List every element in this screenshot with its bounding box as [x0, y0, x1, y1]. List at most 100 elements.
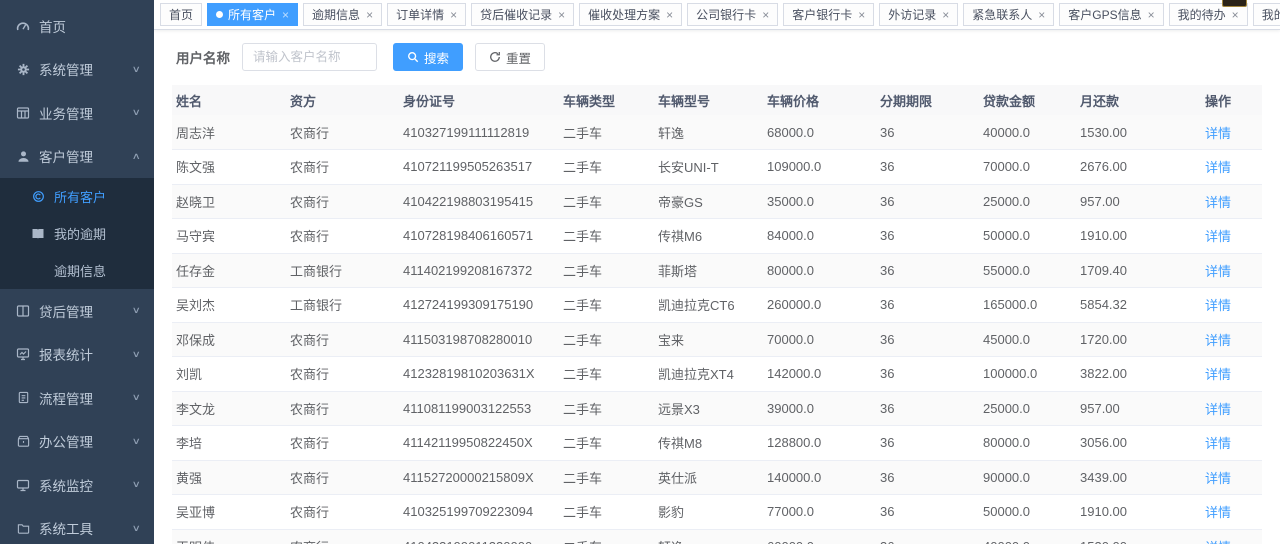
cell-term: 36 [876, 184, 979, 219]
sidebar-item[interactable]: 业务管理 ∨ [0, 91, 154, 135]
cell-id-number: 411503198708280010 [399, 322, 559, 357]
tab-label: 催收处理方案 [588, 6, 660, 23]
cell-vehicle-model: 轩逸 [654, 115, 763, 150]
close-icon[interactable]: × [282, 9, 289, 21]
cell-funder: 农商行 [286, 391, 399, 426]
cell-id-number: 41232819810203631X [399, 357, 559, 392]
detail-link[interactable]: 详情 [1205, 505, 1231, 520]
cell-term: 36 [876, 322, 979, 357]
cell-funder: 农商行 [286, 529, 399, 544]
sidebar-item[interactable]: 逾期信息 [0, 252, 154, 289]
sidebar-item[interactable]: 流程管理 ∨ [0, 376, 154, 420]
cell-name: 李培 [172, 426, 286, 461]
cell-loan-amount: 50000.0 [979, 495, 1076, 530]
tab[interactable]: 外访记录 × [879, 3, 958, 26]
close-icon[interactable]: × [1148, 9, 1155, 21]
detail-link[interactable]: 详情 [1205, 333, 1231, 348]
sidebar-item[interactable]: 我的逾期 [0, 215, 154, 252]
close-icon[interactable]: × [858, 9, 865, 21]
refresh-icon [489, 51, 501, 63]
detail-link[interactable]: 详情 [1205, 402, 1231, 417]
customer-name-input[interactable] [242, 43, 377, 71]
tab[interactable]: 所有客户 × [207, 3, 298, 26]
detail-link[interactable]: 详情 [1205, 471, 1231, 486]
cell-vehicle-type: 二手车 [559, 529, 654, 544]
tab[interactable]: 公司银行卡 × [687, 3, 778, 26]
tab[interactable]: 订单详情 × [387, 3, 466, 26]
cell-vehicle-price: 142000.0 [763, 357, 876, 392]
detail-link[interactable]: 详情 [1205, 229, 1231, 244]
sidebar-item[interactable]: 所有客户 [0, 178, 154, 215]
table-header-row: 姓名 资方 身份证号 车辆类型 车辆型号 车辆价格 分期期限 贷款金额 月还款 … [172, 85, 1262, 115]
dashboard-icon [15, 19, 31, 33]
close-icon[interactable]: × [366, 9, 373, 21]
cell-monthly-payment: 1720.00 [1076, 322, 1201, 357]
cell-id-number: 41142119950822450X [399, 426, 559, 461]
detail-link[interactable]: 详情 [1205, 195, 1231, 210]
cell-name: 赵晓卫 [172, 184, 286, 219]
reset-button[interactable]: 重置 [475, 43, 545, 71]
col-loan-amount: 贷款金额 [979, 85, 1076, 115]
sidebar-item[interactable]: 报表统计 ∨ [0, 333, 154, 377]
sidebar-item-label: 办公管理 [39, 431, 93, 451]
table-row: 李文龙 农商行 411081199003122553 二手车 远景X3 3900… [172, 391, 1262, 426]
chevron-down-icon: ∨ [132, 523, 141, 534]
cell-vehicle-price: 77000.0 [763, 495, 876, 530]
monitor-icon [15, 478, 31, 492]
sidebar-item-label: 系统工具 [39, 518, 93, 538]
detail-link[interactable]: 详情 [1205, 298, 1231, 313]
cell-loan-amount: 45000.0 [979, 322, 1076, 357]
sidebar-item[interactable]: 系统监控 ∨ [0, 463, 154, 507]
close-icon[interactable]: × [450, 9, 457, 21]
sidebar-item[interactable]: 客户管理 ∧ [0, 135, 154, 179]
cell-vehicle-type: 二手车 [559, 253, 654, 288]
cell-name: 李文龙 [172, 391, 286, 426]
close-icon[interactable]: × [1038, 9, 1045, 21]
tab[interactable]: 贷后催收记录 × [471, 3, 574, 26]
cell-vehicle-model: 菲斯塔 [654, 253, 763, 288]
cell-vehicle-type: 二手车 [559, 288, 654, 323]
chevron-down-icon: ∨ [132, 349, 141, 360]
close-icon[interactable]: × [1232, 9, 1239, 21]
col-vehicle-price: 车辆价格 [763, 85, 876, 115]
sidebar-item[interactable]: 办公管理 ∨ [0, 420, 154, 464]
tab[interactable]: 催收处理方案 × [579, 3, 682, 26]
close-icon[interactable]: × [666, 9, 673, 21]
chevron-down-icon: ∨ [132, 436, 141, 447]
customers-table-wrap: 姓名 资方 身份证号 车辆类型 车辆型号 车辆价格 分期期限 贷款金额 月还款 … [154, 85, 1280, 544]
close-icon[interactable]: × [558, 9, 565, 21]
tab[interactable]: 逾期信息 × [303, 3, 382, 26]
close-icon[interactable]: × [942, 9, 949, 21]
cell-monthly-payment: 1910.00 [1076, 495, 1201, 530]
detail-link[interactable]: 详情 [1205, 160, 1231, 175]
cell-funder: 农商行 [286, 460, 399, 495]
cell-vehicle-model: 传祺M6 [654, 219, 763, 254]
tab[interactable]: 客户GPS信息 × [1059, 3, 1163, 26]
cell-monthly-payment: 957.00 [1076, 391, 1201, 426]
sidebar-item[interactable]: 首页 [0, 4, 154, 48]
table-row: 任存金 工商银行 411402199208167372 二手车 菲斯塔 8000… [172, 253, 1262, 288]
avatar-partial[interactable] [1222, 0, 1247, 7]
sidebar-item[interactable]: 系统管理 ∨ [0, 48, 154, 92]
cell-name: 王明伟 [172, 529, 286, 544]
cell-term: 36 [876, 426, 979, 461]
cell-vehicle-type: 二手车 [559, 391, 654, 426]
detail-link[interactable]: 详情 [1205, 126, 1231, 141]
sidebar-item-label: 所有客户 [54, 187, 106, 206]
close-icon[interactable]: × [762, 9, 769, 21]
cell-loan-amount: 90000.0 [979, 460, 1076, 495]
tab[interactable]: 首页 [160, 3, 202, 26]
search-button[interactable]: 搜索 [393, 43, 463, 71]
tab[interactable]: 我的流程 × [1253, 3, 1280, 26]
tab-label: 贷后催收记录 [480, 6, 552, 23]
tab[interactable]: 紧急联系人 × [963, 3, 1054, 26]
detail-link[interactable]: 详情 [1205, 540, 1231, 544]
sidebar-item[interactable]: 贷后管理 ∨ [0, 289, 154, 333]
detail-link[interactable]: 详情 [1205, 367, 1231, 382]
cell-funder: 工商银行 [286, 288, 399, 323]
detail-link[interactable]: 详情 [1205, 264, 1231, 279]
cell-name: 刘凯 [172, 357, 286, 392]
tab[interactable]: 客户银行卡 × [783, 3, 874, 26]
sidebar-item[interactable]: 系统工具 ∨ [0, 507, 154, 544]
detail-link[interactable]: 详情 [1205, 436, 1231, 451]
